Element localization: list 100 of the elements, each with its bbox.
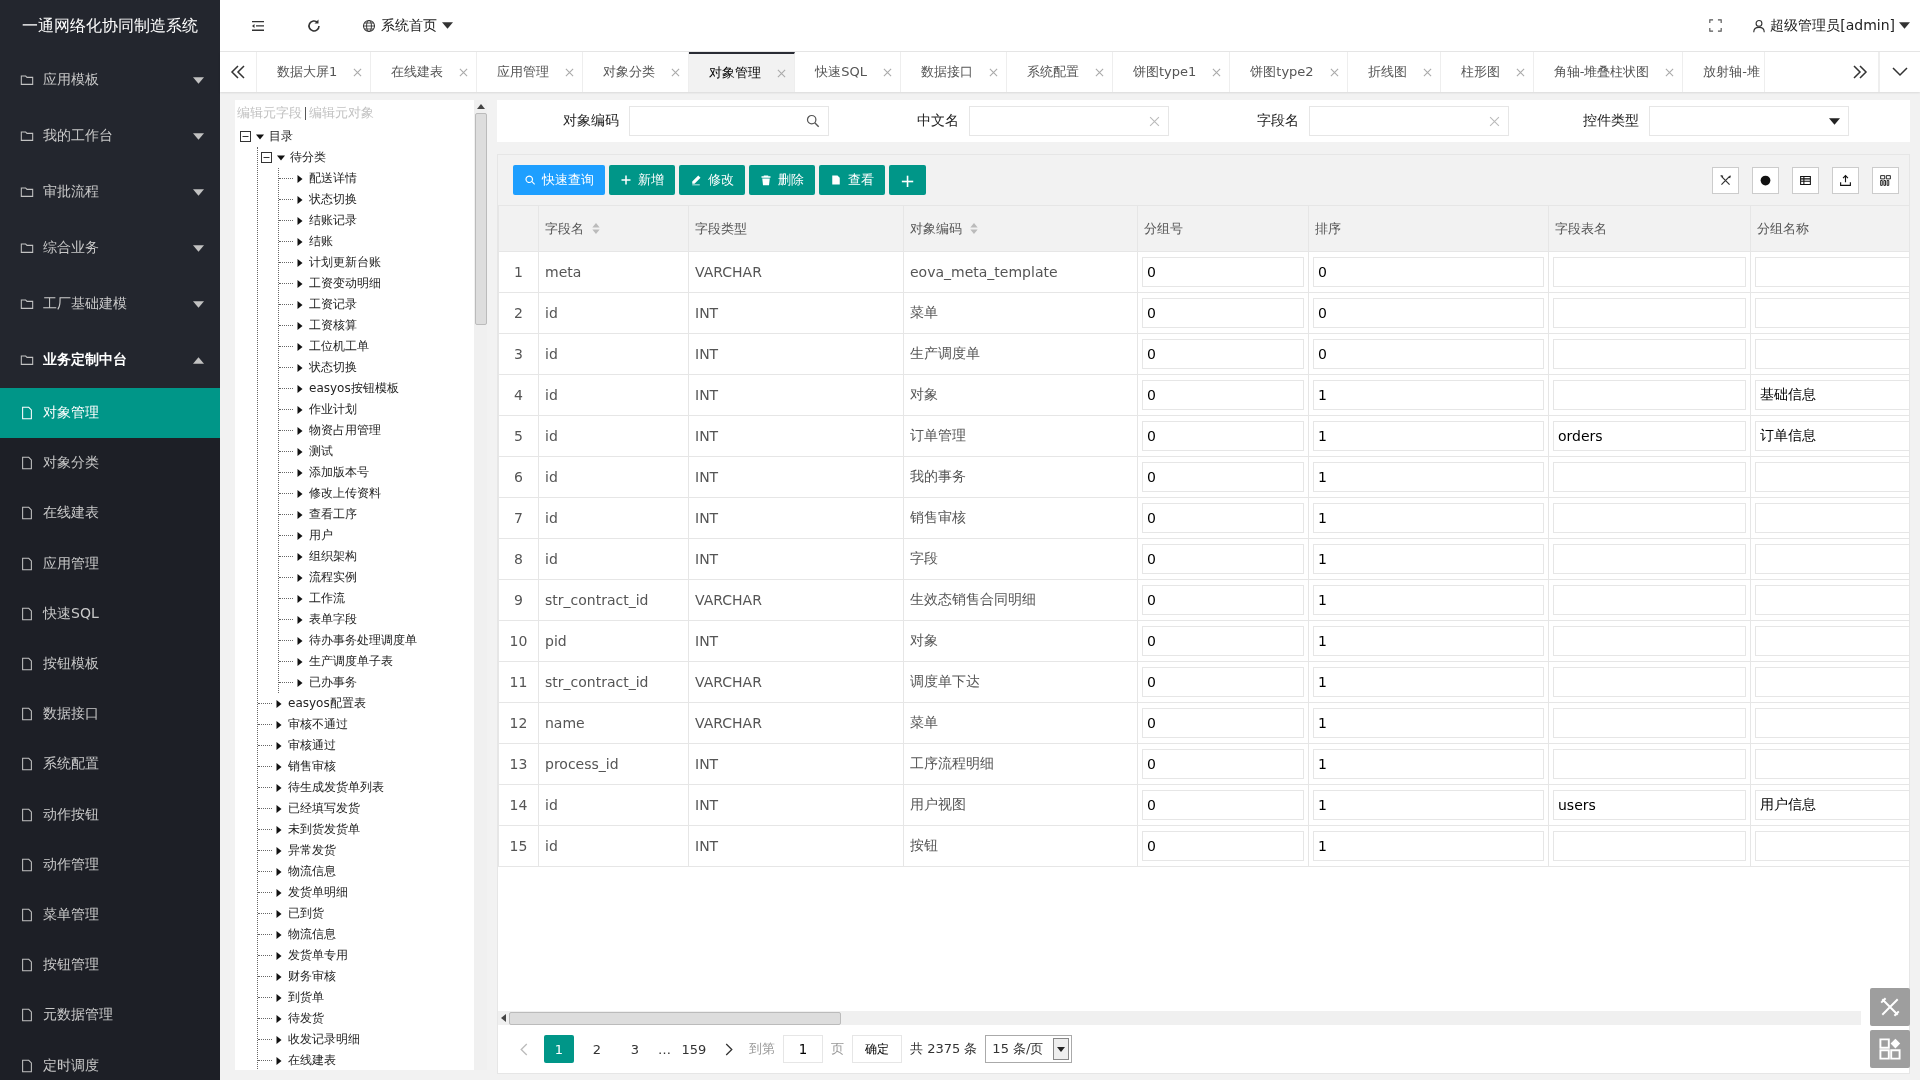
cell-input[interactable]: 0 <box>1142 544 1304 574</box>
sidebar-group[interactable]: 综合业务 <box>0 220 220 276</box>
triangle-icon[interactable] <box>275 846 283 855</box>
cell-input[interactable]: 用户信息 <box>1755 790 1909 820</box>
sidebar-item[interactable]: 动作管理 <box>0 839 220 890</box>
tree-item[interactable]: 工资记录 <box>307 296 357 313</box>
triangle-icon[interactable] <box>296 258 304 267</box>
cell-input[interactable]: 1 <box>1313 831 1544 861</box>
tab[interactable]: 放射轴-堆 <box>1683 52 1766 92</box>
cell-input[interactable]: 0 <box>1313 257 1544 287</box>
tab[interactable]: 快速SQL <box>795 52 901 92</box>
triangle-icon[interactable] <box>275 741 283 750</box>
cell-input[interactable]: 0 <box>1142 503 1304 533</box>
apps-button[interactable] <box>1870 1030 1910 1068</box>
cell-input[interactable] <box>1553 380 1746 410</box>
triangle-icon[interactable] <box>275 888 283 897</box>
sidebar-item[interactable]: 快速SQL <box>0 588 220 639</box>
cell-input[interactable] <box>1553 298 1746 328</box>
scroll-thumb[interactable] <box>474 113 487 325</box>
cell-input[interactable] <box>1553 503 1746 533</box>
tree-item[interactable]: 工资变动明细 <box>307 275 381 292</box>
up-arrow-icon[interactable] <box>476 104 485 109</box>
page-input[interactable]: 1 <box>783 1035 823 1063</box>
tab[interactable]: 在线建表 <box>371 52 478 92</box>
view-button[interactable]: 查看 <box>819 165 885 195</box>
tree-item[interactable]: 待分类 <box>288 149 326 166</box>
triangle-icon[interactable] <box>296 216 304 225</box>
tree-item[interactable]: 审核通过 <box>286 737 336 754</box>
add-button[interactable]: 新增 <box>609 165 675 195</box>
collapse-icon[interactable] <box>261 152 272 163</box>
triangle-icon[interactable] <box>296 447 304 456</box>
sidebar-item[interactable]: 在线建表 <box>0 488 220 539</box>
triangle-icon[interactable] <box>275 1035 283 1044</box>
tree-item[interactable]: 工位机工单 <box>307 338 369 355</box>
page-button[interactable]: 3 <box>620 1035 650 1063</box>
tree-item[interactable]: 作业计划 <box>307 401 357 418</box>
sidebar-item[interactable]: 按钮模板 <box>0 638 220 690</box>
triangle-icon[interactable] <box>275 951 283 960</box>
triangle-icon[interactable] <box>296 573 304 582</box>
cell-input[interactable]: 1 <box>1313 462 1544 492</box>
sidebar-group[interactable]: 应用模板 <box>0 52 220 108</box>
tree-item[interactable]: 状态切换 <box>307 359 357 376</box>
sidebar-item[interactable]: 定时调度 <box>0 1040 220 1080</box>
tree-item[interactable]: easyos按钮模板 <box>307 380 399 397</box>
cell-input[interactable]: 0 <box>1142 585 1304 615</box>
tree-item[interactable]: 配送详情 <box>307 170 357 187</box>
tree-item[interactable]: 已到货 <box>286 905 324 922</box>
export-button[interactable] <box>1832 166 1859 194</box>
cell-input[interactable]: 0 <box>1142 257 1304 287</box>
add-button[interactable]: + <box>889 165 927 195</box>
sidebar-item[interactable]: 系统配置 <box>0 739 220 790</box>
triangle-icon[interactable] <box>296 615 304 624</box>
triangle-icon[interactable] <box>296 678 304 687</box>
sidebar-item[interactable]: 菜单管理 <box>0 889 220 941</box>
cell-input[interactable]: 0 <box>1142 831 1304 861</box>
tree-item[interactable]: 物流信息 <box>286 926 336 943</box>
tree-item[interactable]: 未到货发货单 <box>286 821 360 838</box>
triangle-icon[interactable] <box>275 783 283 792</box>
tree-item[interactable]: 状态切换 <box>307 191 357 208</box>
tab[interactable]: 柱形图 <box>1440 52 1534 92</box>
triangle-icon[interactable] <box>296 237 304 246</box>
triangle-icon[interactable] <box>275 909 283 918</box>
tree-item[interactable]: 发货单明细 <box>286 884 348 901</box>
sidebar-group[interactable]: 审批流程 <box>0 164 220 220</box>
triangle-icon[interactable] <box>275 993 283 1002</box>
triangle-icon[interactable] <box>275 1056 283 1065</box>
tab[interactable]: 应用管理 <box>477 52 584 92</box>
cell-input[interactable]: 1 <box>1313 503 1544 533</box>
tree-item[interactable]: 用户 <box>307 527 333 544</box>
cell-input[interactable]: 0 <box>1142 667 1304 697</box>
tree-item[interactable]: 结账 <box>307 233 333 250</box>
triangle-icon[interactable] <box>275 699 283 708</box>
cell-input[interactable]: orders <box>1553 421 1746 451</box>
input-field[interactable] <box>969 106 1169 136</box>
tree-item[interactable]: 已经填写发货 <box>286 800 360 817</box>
sidebar-item[interactable]: 按钮管理 <box>0 940 220 991</box>
cell-input[interactable]: 基础信息 <box>1755 380 1909 410</box>
triangle-icon[interactable] <box>275 1014 283 1023</box>
cell-input[interactable]: users <box>1553 790 1746 820</box>
cell-input[interactable]: 1 <box>1313 667 1544 697</box>
page-button[interactable]: 1 <box>544 1035 574 1063</box>
sidebar-item[interactable]: 元数据管理 <box>0 990 220 1041</box>
next-icon[interactable] <box>725 1042 733 1056</box>
triangle-icon[interactable] <box>296 279 304 288</box>
cell-input[interactable]: 1 <box>1313 749 1544 779</box>
cell-input[interactable] <box>1755 585 1909 615</box>
tree-item[interactable]: 审核不通过 <box>286 716 348 733</box>
select-field[interactable] <box>1649 106 1849 136</box>
cell-input[interactable]: 1 <box>1313 544 1544 574</box>
scroll-thumb[interactable] <box>509 1011 841 1025</box>
page-button[interactable]: 159 <box>679 1035 709 1063</box>
delete-button[interactable]: 删除 <box>749 165 815 195</box>
triangle-icon[interactable] <box>296 531 304 540</box>
cell-input[interactable]: 0 <box>1142 380 1304 410</box>
triangle-icon[interactable] <box>296 321 304 330</box>
edit-button[interactable]: 修改 <box>679 165 745 195</box>
tree-item[interactable]: 物流信息 <box>286 863 336 880</box>
cell-input[interactable]: 0 <box>1142 298 1304 328</box>
tree-item[interactable]: 修改上传资料 <box>307 485 381 502</box>
triangle-icon[interactable] <box>296 594 304 603</box>
